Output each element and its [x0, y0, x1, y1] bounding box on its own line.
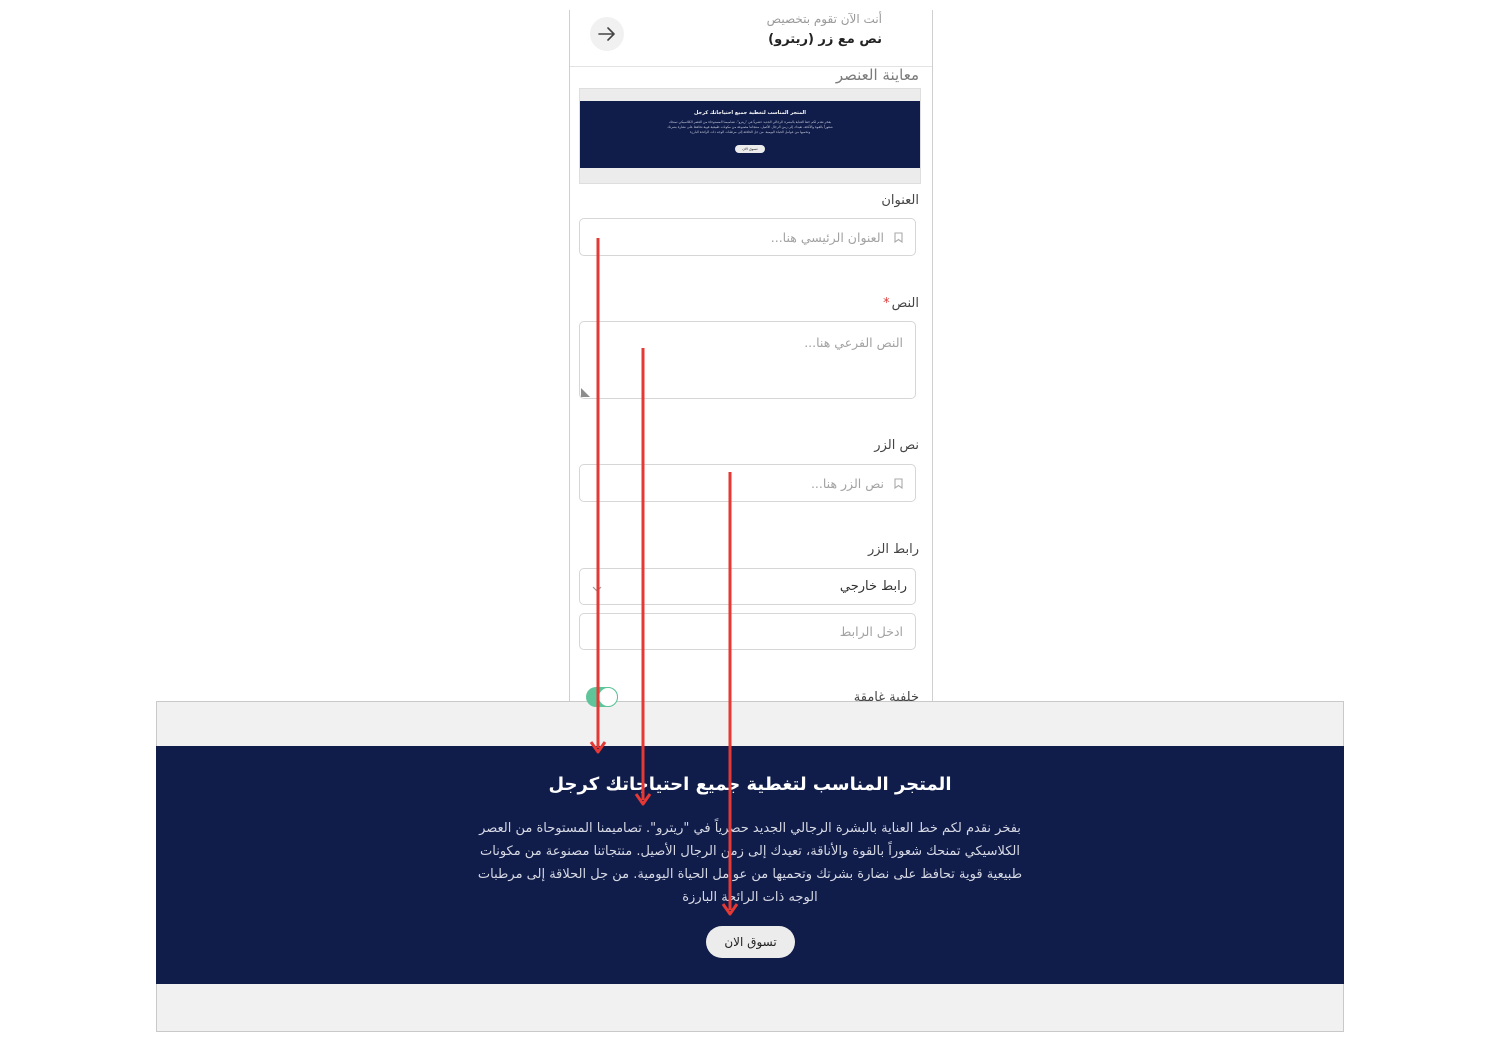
- back-button[interactable]: [590, 17, 624, 51]
- link-type-value: رابط خارجي: [839, 579, 907, 594]
- resize-handle[interactable]: [581, 388, 590, 397]
- shop-now-button[interactable]: تسوق الان: [706, 926, 795, 958]
- button-link-label: رابط الزر: [867, 542, 919, 557]
- preview-title: معاينة العنصر: [835, 66, 919, 84]
- arrow-right-icon: [598, 27, 615, 41]
- heading-placeholder: العنوان الرئيسي هنا...: [770, 229, 884, 245]
- button-text-label: نص الزر: [874, 438, 919, 453]
- text-label: النص*: [883, 296, 919, 311]
- heading-label: العنوان: [881, 193, 919, 208]
- bookmark-icon: [894, 477, 903, 489]
- customize-panel: أنت الآن تقوم بتخصيص نص مع زر (ريترو) مع…: [569, 10, 933, 734]
- bookmark-icon: [894, 231, 903, 243]
- button-text-placeholder: نص الزر هنا...: [810, 475, 884, 491]
- header-subtitle: أنت الآن تقوم بتخصيص: [766, 12, 882, 26]
- preview-banner-text: بفخر نقدم لكم خط العناية بالبشرة الرجالي…: [667, 120, 833, 134]
- element-preview: المتجر المناسب لتغطية جميع احتياجاتك كرج…: [579, 88, 921, 184]
- banner-title: المتجر المناسب لتغطية جميع احتياجاتك كرج…: [548, 774, 952, 795]
- toggle-knob: [598, 687, 618, 707]
- dark-background-toggle[interactable]: [586, 687, 618, 707]
- button-text-input[interactable]: نص الزر هنا...: [579, 464, 916, 502]
- text-placeholder: النص الفرعي هنا...: [804, 335, 903, 350]
- link-type-select[interactable]: رابط خارجي: [579, 568, 916, 605]
- banner-text: بفخر نقدم لكم خط العناية بالبشرة الرجالي…: [477, 821, 1023, 905]
- text-label-text: النص: [891, 296, 919, 311]
- preview-banner: المتجر المناسب لتغطية جميع احتياجاتك كرج…: [580, 101, 920, 168]
- link-url-input[interactable]: ادخل الرابط: [579, 613, 916, 650]
- panel-header: أنت الآن تقوم بتخصيص نص مع زر (ريترو): [570, 10, 932, 67]
- required-mark: *: [883, 296, 890, 311]
- heading-input[interactable]: العنوان الرئيسي هنا...: [579, 218, 916, 256]
- text-textarea[interactable]: النص الفرعي هنا...: [579, 321, 916, 399]
- retro-banner: المتجر المناسب لتغطية جميع احتياجاتك كرج…: [156, 746, 1344, 984]
- preview-banner-button: تسوق الان: [735, 145, 765, 153]
- link-url-placeholder: ادخل الرابط: [839, 624, 903, 639]
- preview-banner-title: المتجر المناسب لتغطية جميع احتياجاتك كرج…: [694, 110, 806, 116]
- header-title: نص مع زر (ريترو): [768, 32, 882, 47]
- chevron-down-icon: [592, 577, 602, 596]
